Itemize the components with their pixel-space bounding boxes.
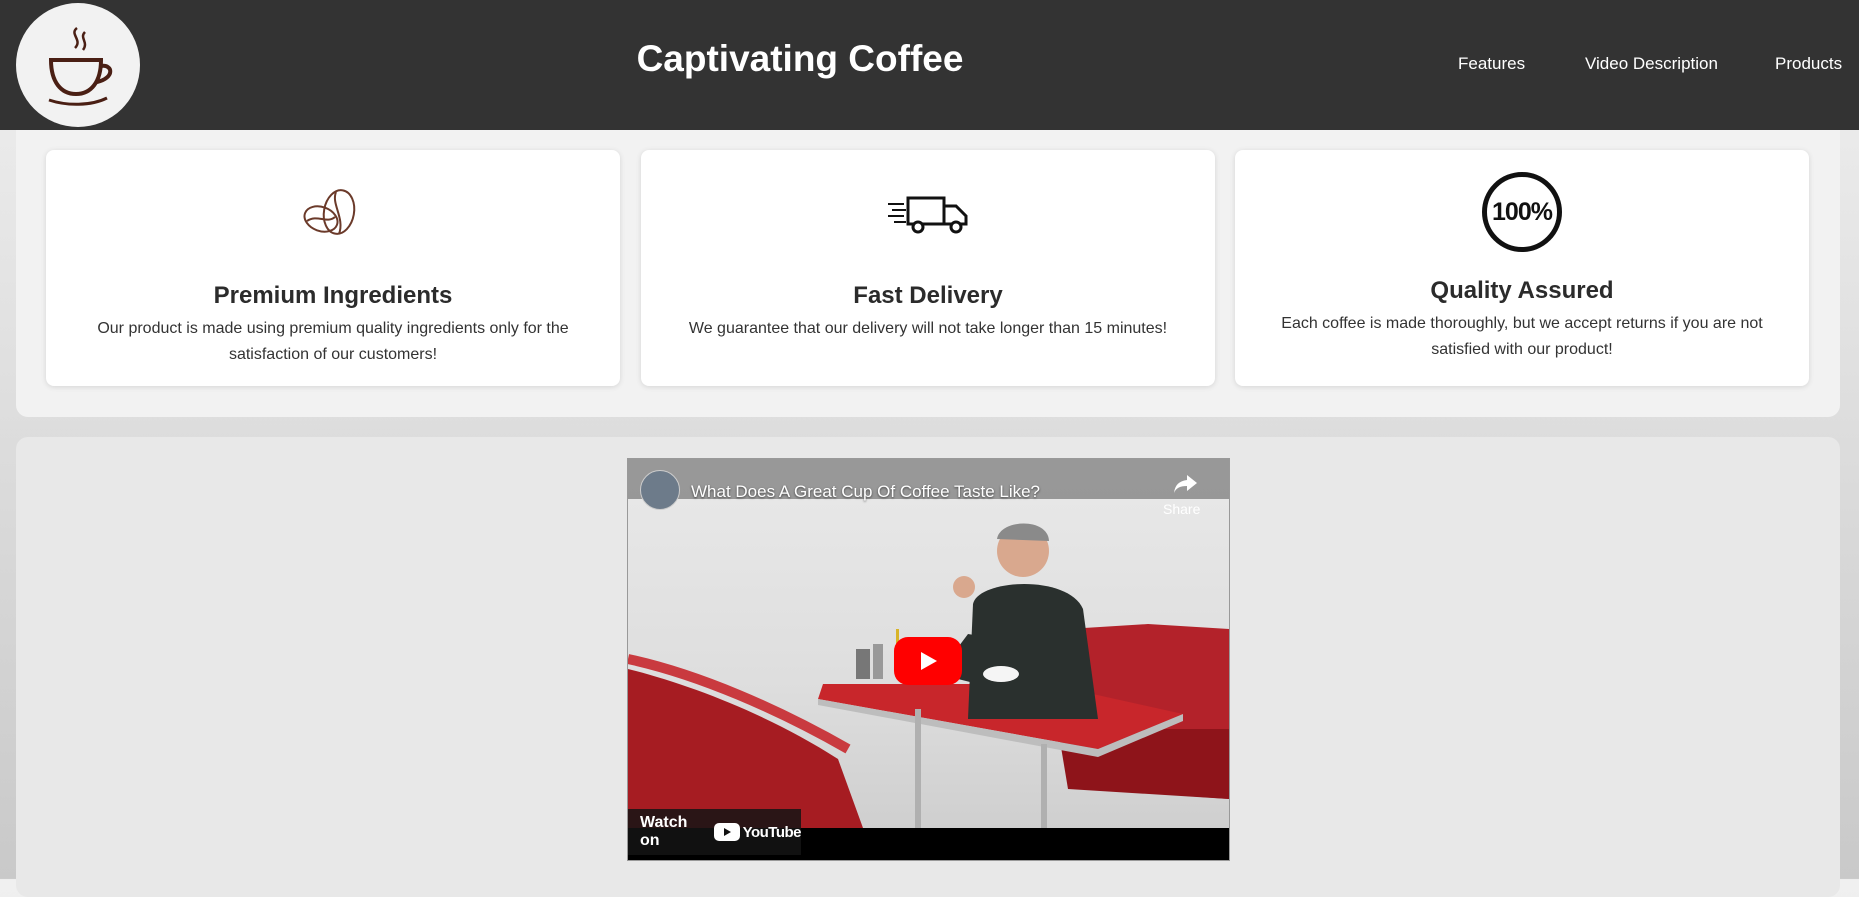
feature-text: Our product is made using premium qualit… <box>97 320 569 363</box>
feature-title: Premium Ingredients <box>213 282 453 309</box>
nav-features[interactable]: Features <box>1458 54 1525 74</box>
youtube-logo: YouTube <box>713 823 802 841</box>
delivery-truck-icon <box>888 196 968 234</box>
site-title: Captivating Coffee <box>636 38 964 79</box>
feature-text: We guarantee that our delivery will not … <box>688 320 1168 337</box>
feature-card-fast-delivery: Fast Delivery We guarantee that our deli… <box>641 150 1215 386</box>
play-button[interactable] <box>894 637 962 685</box>
feature-card-quality-assured: 100% Quality Assured Each coffee is made… <box>1235 150 1809 386</box>
features-section: Premium Ingredients Our product is made … <box>16 130 1840 417</box>
share-label: Share <box>1163 501 1201 517</box>
hundred-percent-icon: 100% <box>1482 172 1562 252</box>
feature-text: Each coffee is made thoroughly, but we a… <box>1281 315 1763 358</box>
feature-title: Quality Assured <box>1430 277 1614 304</box>
coffee-beans-icon <box>303 189 356 235</box>
video-embed[interactable]: What Does A Great Cup Of Coffee Taste Li… <box>627 458 1230 861</box>
share-icon <box>1174 475 1197 493</box>
play-icon <box>921 652 937 670</box>
youtube-wordmark: YouTube <box>742 823 802 841</box>
channel-avatar[interactable] <box>640 470 680 510</box>
hundred-percent-text: 100% <box>1492 197 1553 226</box>
nav-products[interactable]: Products <box>1775 54 1842 74</box>
nav-video-description[interactable]: Video Description <box>1585 54 1718 74</box>
header-bar: Captivating Coffee Features Video Descri… <box>0 0 1859 130</box>
feature-card-premium-ingredients: Premium Ingredients Our product is made … <box>46 150 620 386</box>
watch-on-label: Watch on <box>640 814 688 849</box>
feature-title: Fast Delivery <box>853 282 1003 309</box>
youtube-icon <box>713 823 740 841</box>
watch-on-youtube-button[interactable]: Watch on YouTube <box>628 809 802 855</box>
video-title[interactable]: What Does A Great Cup Of Coffee Taste Li… <box>691 482 1040 502</box>
